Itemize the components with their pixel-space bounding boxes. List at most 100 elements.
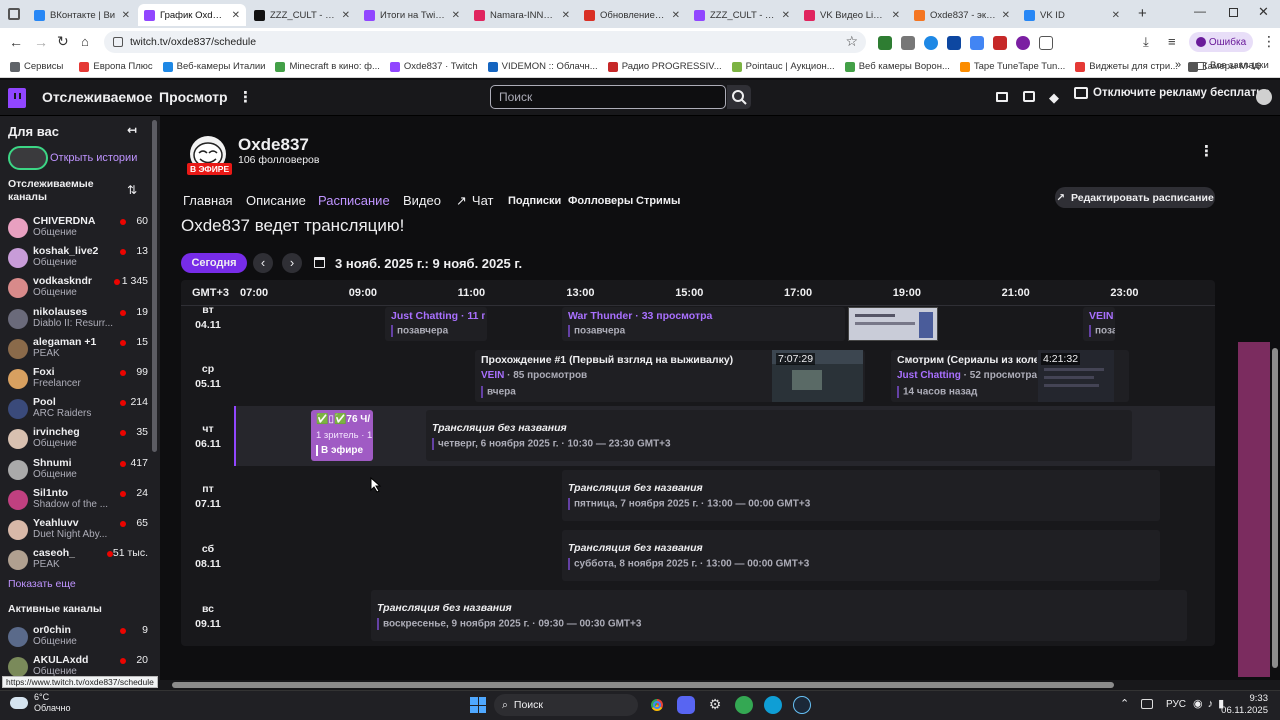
tab-videos[interactable]: Видео: [403, 193, 441, 208]
browser-tab[interactable]: График Oxde837 ✕: [138, 4, 246, 26]
stream-thumbnail[interactable]: [848, 307, 938, 341]
followed-channel[interactable]: nikolauses Diablo II: Resurr... 19: [8, 306, 148, 336]
bookmarks-overflow-icon[interactable]: »: [1175, 59, 1181, 71]
today-button[interactable]: Сегодня: [181, 253, 247, 273]
tab-close-icon[interactable]: ✕: [232, 10, 240, 21]
bookmark-item[interactable]: Сервисы: [10, 61, 63, 72]
download-icon[interactable]: ⤓: [1143, 34, 1149, 50]
tray-chevron-icon[interactable]: ⌃: [1120, 697, 1129, 710]
reload-button[interactable]: ↻: [57, 33, 69, 50]
followed-channel[interactable]: Yeahluvv Duet Night Aby... 65: [8, 517, 148, 547]
tab-close-icon[interactable]: ✕: [342, 10, 350, 21]
search-button[interactable]: [727, 85, 751, 109]
tab-home[interactable]: Главная: [183, 193, 232, 208]
next-week-button[interactable]: ›: [282, 253, 302, 273]
tab-close-icon[interactable]: ✕: [122, 10, 130, 21]
tab-close-icon[interactable]: ✕: [1112, 10, 1120, 21]
restore-button[interactable]: [1229, 8, 1238, 17]
extension-icon[interactable]: [970, 36, 984, 50]
browser-tab[interactable]: Oxde837 - экскл ✕: [908, 4, 1016, 26]
followed-channel[interactable]: caseoh_ PEAK 51 тыс.: [8, 547, 148, 577]
tab-about[interactable]: Описание: [246, 193, 306, 208]
edit-schedule-button[interactable]: ↗ Редактировать расписание: [1055, 187, 1215, 208]
extension-icon[interactable]: [878, 36, 892, 50]
nav-browse[interactable]: Просмотр: [159, 89, 228, 105]
tab-chat[interactable]: ↗ Чат: [456, 193, 493, 209]
user-avatar[interactable]: [1256, 89, 1272, 105]
channel-more-icon[interactable]: ⋮: [1199, 142, 1214, 160]
bookmark-star-icon[interactable]: ☆: [845, 33, 858, 50]
nav-following[interactable]: Отслеживаемое: [42, 89, 153, 105]
extension-icon[interactable]: [924, 36, 938, 50]
tab-schedule[interactable]: Расписание: [318, 193, 390, 208]
error-profile-button[interactable]: Ошибка: [1189, 32, 1253, 52]
puzzle-icon[interactable]: [1039, 36, 1053, 50]
bookmark-item[interactable]: Радио PROGRESSIV...: [607, 61, 722, 72]
channel-name[interactable]: Oxde837: [238, 135, 309, 155]
bookmark-item[interactable]: VIDEMON :: Облачн...: [487, 61, 598, 72]
tab-close-icon[interactable]: ✕: [782, 10, 790, 21]
followed-channel[interactable]: or0chin Общение 9: [8, 624, 148, 654]
tab-close-icon[interactable]: ✕: [892, 10, 900, 21]
tab-followers[interactable]: Фолловеры: [568, 195, 633, 207]
scheduled-stream-sun[interactable]: [371, 590, 1187, 641]
browser-tab[interactable]: ВКонтакте | Ви ✕: [28, 4, 136, 26]
followed-channel[interactable]: Shnumi Общение 417: [8, 457, 148, 487]
extension-icon[interactable]: [993, 36, 1007, 50]
extension-icon[interactable]: [947, 36, 961, 50]
tab-search-icon[interactable]: [8, 8, 20, 20]
forward-button[interactable]: →: [34, 34, 48, 50]
bookmark-item[interactable]: Oxde837 · Twitch: [389, 61, 478, 72]
tray-icon[interactable]: [1141, 699, 1153, 709]
bookmark-item[interactable]: Minecraft в кино: ф...: [275, 61, 380, 72]
tab-streams[interactable]: Стримы: [636, 195, 680, 207]
followed-channel[interactable]: Sil1nto Shadow of the ... 24: [8, 487, 148, 517]
followed-channel[interactable]: CHIVERDNA Общение 60: [8, 215, 148, 245]
address-bar[interactable]: twitch.tv/oxde837/schedule ☆: [104, 31, 866, 53]
home-button[interactable]: ⌂: [81, 34, 89, 49]
scheduled-stream-sat[interactable]: [562, 530, 1160, 581]
live-stream-card[interactable]: ✅▯✅76 Ч/ 1 зритель · 1 В эфире: [311, 410, 373, 461]
close-window-button[interactable]: ✕: [1258, 4, 1269, 20]
calendar-icon[interactable]: [314, 257, 325, 268]
tab-close-icon[interactable]: ✕: [452, 10, 460, 21]
bookmark-item[interactable]: Веб-камеры Италии: [162, 61, 265, 72]
steam-icon[interactable]: [793, 696, 811, 714]
followed-channel[interactable]: vodkaskndr Общение 1 345: [8, 275, 148, 305]
minimize-button[interactable]: —: [1194, 4, 1206, 18]
site-info-icon[interactable]: [113, 37, 123, 47]
show-more-link[interactable]: Показать еще: [8, 578, 76, 590]
twitch-logo-icon[interactable]: [8, 88, 26, 108]
collapse-sidebar-icon[interactable]: ↤: [127, 123, 137, 137]
horizontal-scrollbar-thumb[interactable]: [172, 682, 1114, 688]
window-scrollbar[interactable]: [1272, 348, 1278, 668]
turbo-button[interactable]: Отключите рекламу бесплатно: [1074, 87, 1270, 99]
scheduled-stream-fri[interactable]: [562, 470, 1160, 521]
browser-tab[interactable]: VK Видео Live — ✕: [798, 4, 906, 26]
followed-channel[interactable]: Foxi Freelancer 99: [8, 366, 148, 396]
prime-crown-icon[interactable]: ◆: [1049, 90, 1059, 106]
stories-button[interactable]: Открыть истории: [8, 146, 156, 170]
edge-icon[interactable]: [764, 696, 782, 714]
whispers-icon[interactable]: [1023, 91, 1035, 102]
followed-channel[interactable]: alegaman +1 PEAK 15: [8, 336, 148, 366]
kebab-menu-icon[interactable]: ⋮: [1262, 33, 1276, 50]
language-indicator[interactable]: РУС: [1166, 699, 1186, 710]
extension-icon[interactable]: [901, 36, 915, 50]
bookmark-item[interactable]: Tape TuneTape Tun...: [959, 61, 1065, 72]
tab-close-icon[interactable]: ✕: [1002, 10, 1010, 21]
bookmark-item[interactable]: Виджеты для стри...: [1075, 61, 1178, 72]
tab-close-icon[interactable]: ✕: [562, 10, 570, 21]
followed-channel[interactable]: Pool ARC Raiders 214: [8, 396, 148, 426]
start-button[interactable]: [470, 697, 486, 713]
bookmark-item[interactable]: Веб камеры Ворон...: [844, 61, 950, 72]
inbox-icon[interactable]: [996, 92, 1008, 102]
bookmark-item[interactable]: Pointauc | Аукцион...: [731, 61, 835, 72]
sort-icon[interactable]: ⇅: [127, 183, 137, 197]
chrome-icon[interactable]: [648, 696, 666, 714]
nav-more-icon[interactable]: ⋮: [238, 88, 253, 106]
page-scrollbar-thumb[interactable]: [1238, 342, 1270, 677]
browser-tab[interactable]: Namara-INNER- ✕: [468, 4, 576, 26]
followed-channel[interactable]: koshak_live2 Общение 13: [8, 245, 148, 275]
tab-close-icon[interactable]: ✕: [672, 10, 680, 21]
